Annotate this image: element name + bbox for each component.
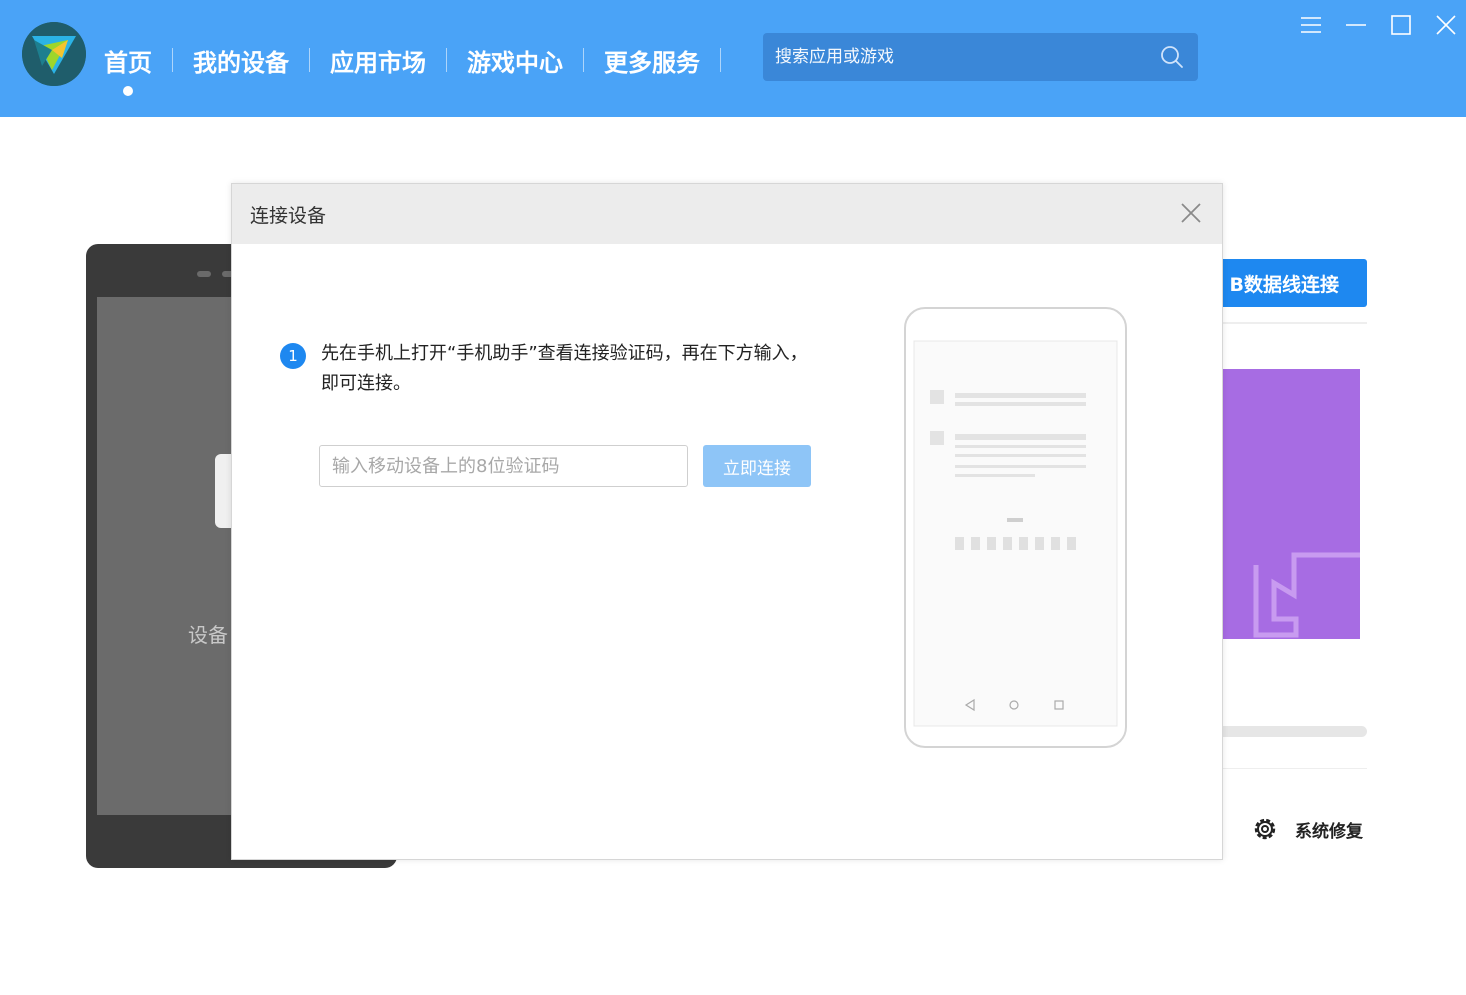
search-input[interactable] <box>775 33 1155 81</box>
phone-speaker <box>197 271 211 277</box>
nav-more-services-label: 更多服务 <box>604 48 700 77</box>
step-number-badge: 1 <box>280 343 306 369</box>
nav-my-devices[interactable]: 我的设备 <box>193 43 289 78</box>
top-bar: 首页 我的设备 应用市场 游戏中心 更多服务 <box>0 0 1466 117</box>
system-repair-button[interactable]: 系统修复 <box>1250 812 1363 846</box>
maximize-icon[interactable] <box>1386 10 1416 40</box>
nav-divider <box>446 48 447 72</box>
device-text: 设备 <box>188 623 228 647</box>
nav-divider <box>720 48 721 72</box>
nav-game-center[interactable]: 游戏中心 <box>467 43 563 78</box>
nav-home-label: 首页 <box>104 48 152 77</box>
nav-divider <box>309 48 310 72</box>
nav-app-market-label: 应用市场 <box>330 48 426 77</box>
close-icon[interactable] <box>1178 200 1204 226</box>
dialog-header: 连接设备 <box>232 184 1222 244</box>
instruction-text: 先在手机上打开“手机助手”查看连接验证码，再在下方输入，即可连接。 <box>321 343 808 394</box>
search-icon[interactable] <box>1160 45 1184 69</box>
nav-divider <box>172 48 173 72</box>
gear-icon <box>1254 818 1276 840</box>
nav-divider <box>583 48 584 72</box>
nav-game-center-label: 游戏中心 <box>467 48 563 77</box>
phone-screen-illustration <box>904 307 1127 748</box>
nav-app-market[interactable]: 应用市场 <box>330 43 426 78</box>
minimize-icon[interactable] <box>1341 10 1371 40</box>
close-icon[interactable] <box>1431 10 1461 40</box>
connect-now-button[interactable]: 立即连接 <box>703 445 811 487</box>
nav-my-devices-label: 我的设备 <box>193 48 289 77</box>
connect-device-dialog: 连接设备 1 先在手机上打开“手机助手”查看连接验证码，再在下方输入，即可连接。… <box>231 183 1223 860</box>
app-logo-icon[interactable] <box>22 22 86 86</box>
nav-more-services[interactable]: 更多服务 <box>604 43 700 78</box>
menu-icon[interactable] <box>1296 10 1326 40</box>
dialog-title: 连接设备 <box>250 205 327 227</box>
nav-home[interactable]: 首页 <box>104 43 152 96</box>
main-nav: 首页 我的设备 应用市场 游戏中心 更多服务 <box>104 40 741 96</box>
active-indicator <box>123 85 133 96</box>
search-box <box>763 33 1198 81</box>
system-repair-label: 系统修复 <box>1295 821 1363 842</box>
verification-code-input[interactable] <box>319 445 688 487</box>
